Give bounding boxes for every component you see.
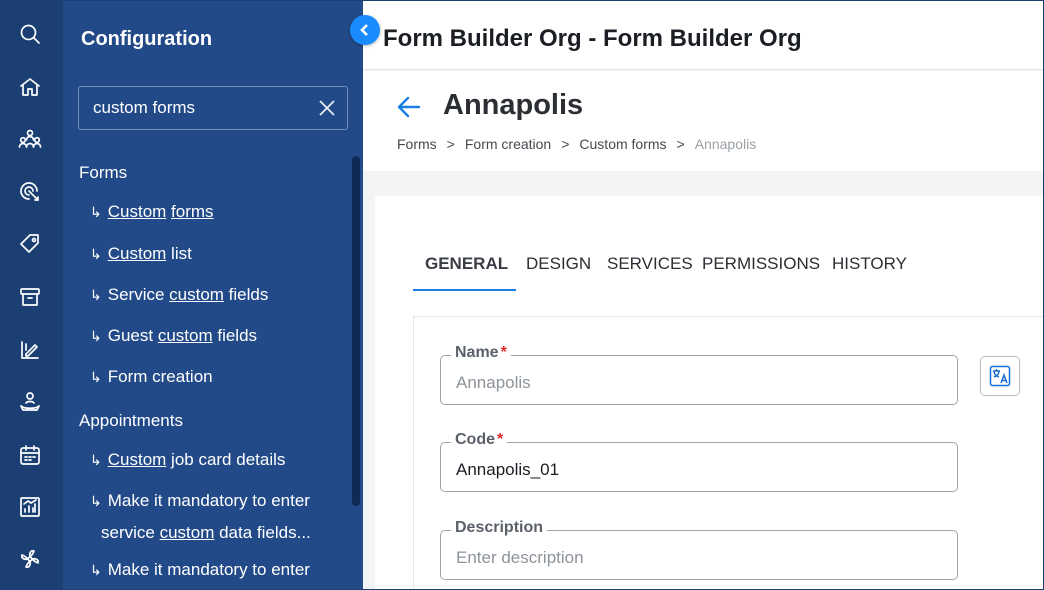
description-input[interactable]	[456, 547, 936, 569]
group-title-appointments: Appointments	[79, 411, 183, 430]
search-highlight: custom	[157, 326, 213, 345]
nav-item-form-creation[interactable]: ↳ Form creation	[90, 367, 213, 387]
breadcrumb-item-form-creation[interactable]: Form creation	[465, 136, 551, 152]
tab-design[interactable]: DESIGN	[526, 254, 591, 274]
tab-general[interactable]: GENERAL	[425, 254, 508, 274]
required-mark: *	[500, 344, 507, 361]
general-form: Name* Code* Description	[413, 316, 1043, 589]
team-icon[interactable]	[17, 126, 43, 152]
tag-icon[interactable]	[17, 231, 43, 257]
label-text: Code	[455, 431, 495, 448]
nav-item-custom-job-card-details[interactable]: ↳ Custom job card details	[90, 450, 285, 470]
code-field: Code *	[440, 431, 958, 492]
configuration-panel: Configuration Forms ↳ Custom forms ↳ Custo…	[63, 1, 363, 589]
label-part: fields	[223, 285, 269, 304]
config-search-box	[78, 86, 348, 130]
collapse-panel-button[interactable]	[350, 15, 380, 45]
label-part: Service	[107, 285, 170, 304]
name-input[interactable]	[456, 372, 936, 394]
nav-item-custom-list[interactable]: ↳ Custom list	[90, 244, 192, 264]
back-arrow-icon[interactable]	[395, 93, 423, 121]
submenu-arrow-icon: ↳	[90, 493, 102, 509]
calendar-icon[interactable]	[17, 442, 43, 468]
required-mark: *	[497, 431, 504, 448]
name-label: Name *	[451, 344, 511, 362]
panel-title: Configuration	[81, 28, 213, 50]
description-label: Description	[451, 519, 548, 537]
panel-scrollbar[interactable]	[352, 156, 360, 506]
nav-item-guest-custom-fields[interactable]: ↳ Guest custom fields	[90, 326, 257, 346]
nav-item-mandatory-second[interactable]: ↳ Make it mandatory to enter	[90, 560, 310, 580]
label-part: service	[101, 523, 160, 542]
nav-item-mandatory-service-fields[interactable]: ↳ Make it mandatory to enter	[90, 491, 310, 511]
reports-edit-icon[interactable]	[17, 337, 43, 363]
submenu-arrow-icon: ↳	[90, 287, 102, 303]
top-bar: Form Builder Org - Form Builder Org	[363, 1, 1043, 70]
clear-search-icon[interactable]	[317, 98, 337, 118]
tab-history[interactable]: HISTORY	[832, 254, 907, 274]
submenu-arrow-icon: ↳	[90, 452, 102, 468]
code-label: Code *	[451, 431, 508, 449]
submenu-arrow-icon: ↳	[90, 204, 102, 220]
search-highlight: Custom	[107, 244, 167, 263]
submenu-arrow-icon: ↳	[90, 328, 102, 344]
breadcrumb-item-current: Annapolis	[694, 136, 757, 152]
form-card: GENERAL DESIGN SERVICES PERMISSIONS HIST…	[375, 196, 1043, 589]
fan-icon[interactable]	[17, 546, 43, 572]
label-part: job card details	[166, 450, 286, 469]
submenu-arrow-icon: ↳	[90, 246, 102, 262]
breadcrumb-separator: >	[561, 136, 570, 152]
label-part: list	[166, 244, 192, 263]
label-part: Guest	[107, 326, 158, 345]
label-part: fields	[212, 326, 258, 345]
group-title-forms: Forms	[79, 163, 128, 182]
nav-item-custom-forms[interactable]: ↳ Custom forms	[90, 202, 214, 222]
search-highlight: Custom	[107, 202, 167, 221]
tab-permissions[interactable]: PERMISSIONS	[702, 254, 820, 274]
translate-button[interactable]	[980, 356, 1020, 396]
code-input[interactable]	[456, 459, 936, 481]
name-field: Name *	[440, 344, 958, 405]
active-tab-indicator	[413, 289, 516, 291]
search-highlight: custom	[169, 285, 224, 304]
services-icon[interactable]	[17, 389, 43, 415]
nav-item-service-custom-fields[interactable]: ↳ Service custom fields	[90, 285, 268, 305]
submenu-arrow-icon: ↳	[90, 562, 102, 578]
page-title: Annapolis	[443, 89, 584, 121]
label-part: Form creation	[107, 367, 213, 386]
target-icon[interactable]	[17, 179, 43, 205]
description-field: Description	[440, 519, 958, 580]
search-icon[interactable]	[17, 21, 43, 47]
tab-services[interactable]: SERVICES	[607, 254, 693, 274]
breadcrumb-separator: >	[676, 136, 685, 152]
search-highlight: custom	[159, 523, 215, 542]
app-window: Configuration Forms ↳ Custom forms ↳ Custo…	[0, 0, 1044, 590]
home-icon[interactable]	[17, 74, 43, 100]
archive-icon[interactable]	[17, 284, 43, 310]
breadcrumb: Forms > Form creation > Custom forms > Annapol…	[397, 136, 756, 152]
main-content: Form Builder Org - Form Builder Org Anna…	[363, 1, 1043, 589]
label-part: Make it mandatory to enter	[107, 491, 310, 510]
label-part: Make it mandatory to enter	[107, 560, 310, 579]
breadcrumb-separator: >	[446, 136, 455, 152]
label-part: data fields...	[214, 523, 311, 542]
page-header: Annapolis Forms > Form creation > Custom for…	[363, 71, 1043, 171]
breadcrumb-item-custom-forms[interactable]: Custom forms	[579, 136, 666, 152]
chevron-left-icon	[360, 24, 368, 36]
icon-rail	[1, 1, 63, 589]
search-highlight: Custom	[107, 450, 167, 469]
submenu-arrow-icon: ↳	[90, 369, 102, 385]
label-text: Name	[455, 344, 499, 361]
analytics-icon[interactable]	[17, 494, 43, 520]
config-search-input[interactable]	[93, 97, 303, 119]
nav-item-mandatory-service-fields-continued[interactable]: service custom data fields...	[101, 523, 311, 543]
translate-icon	[989, 365, 1011, 387]
search-highlight: forms	[171, 202, 214, 221]
org-title: Form Builder Org - Form Builder Org	[383, 25, 802, 52]
breadcrumb-item-forms[interactable]: Forms	[397, 136, 437, 152]
